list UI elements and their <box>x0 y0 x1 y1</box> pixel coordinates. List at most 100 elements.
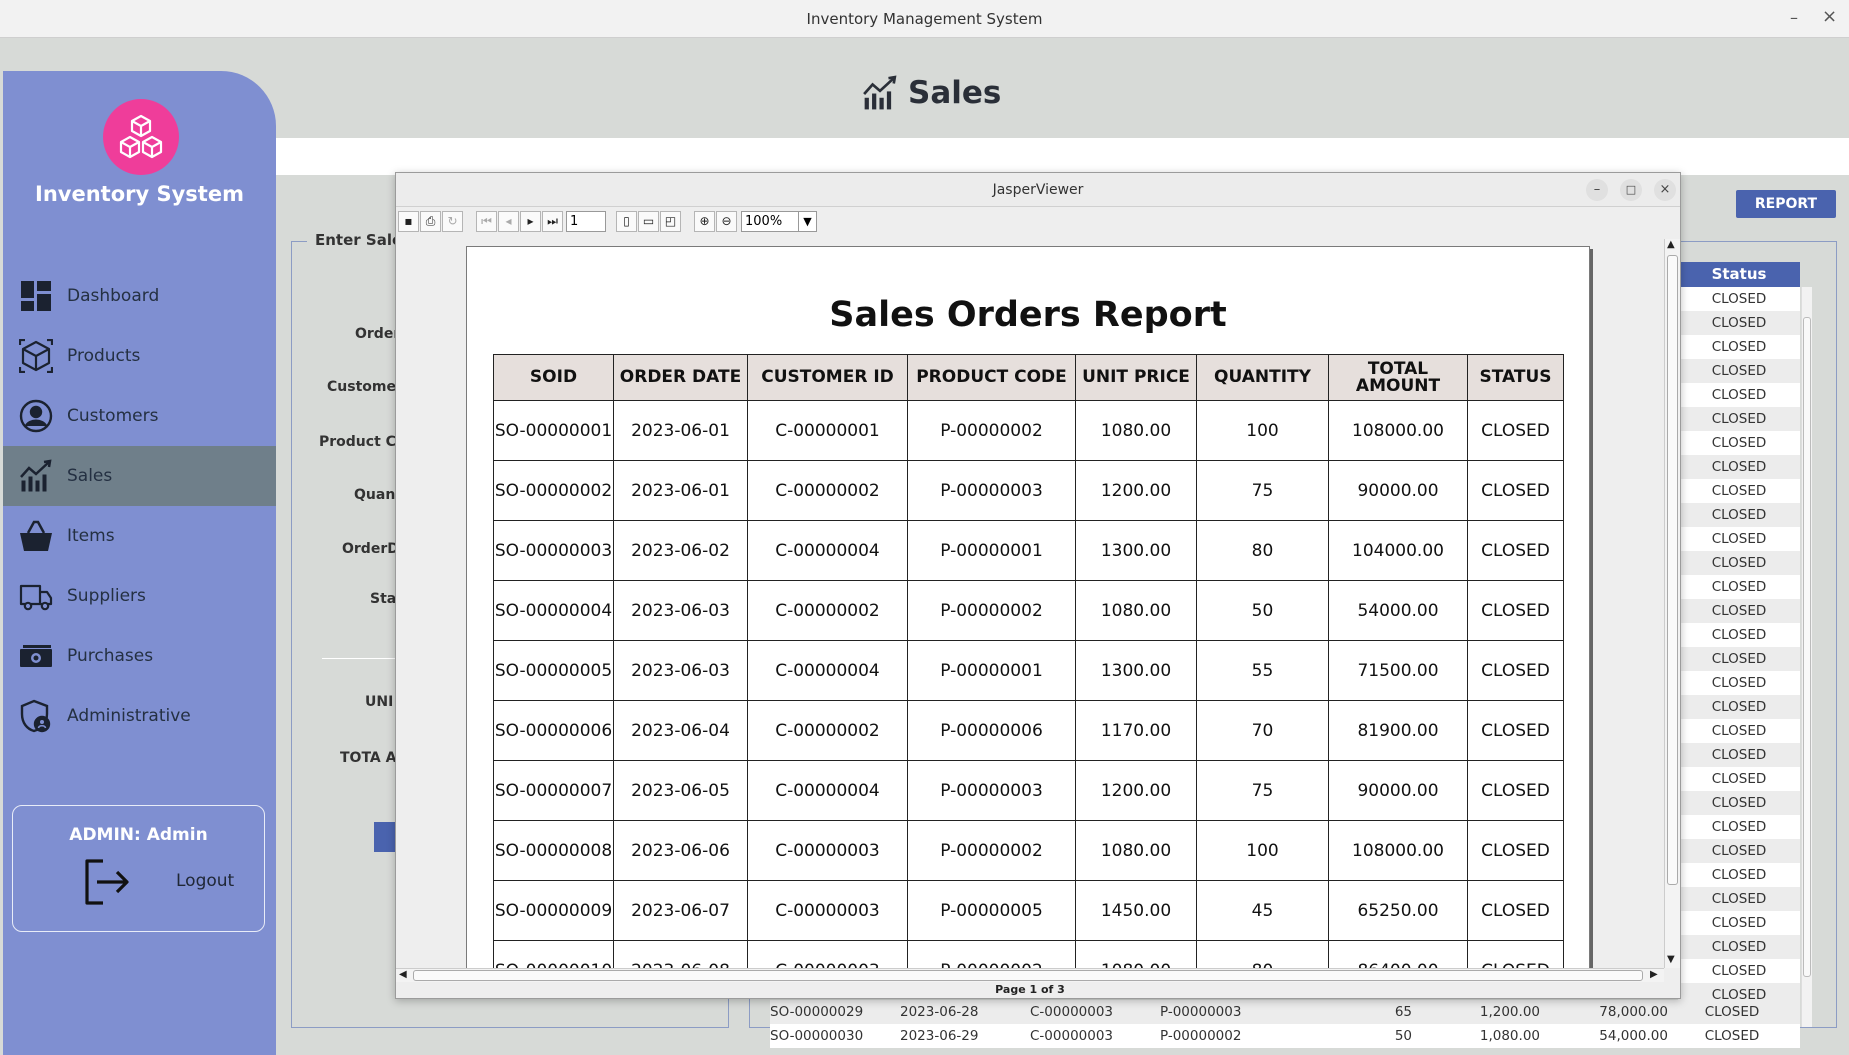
viewer-horizontal-scrollbar[interactable]: ◀ ▶ <box>396 968 1664 982</box>
sidebar-item-purchases[interactable]: Purchases <box>3 626 276 686</box>
zoom-select[interactable]: 100% ▼ <box>741 211 817 232</box>
viewer-titlebar: JasperViewer – □ × <box>396 173 1680 207</box>
page-number-input[interactable]: 1 <box>566 211 606 232</box>
report-cell: C-00000003 <box>747 940 908 968</box>
sidebar-item-label: Products <box>67 346 141 366</box>
cell-status: CLOSED <box>1704 1004 1760 1020</box>
report-cell: SO-00000008 <box>493 820 614 881</box>
actual-size-icon[interactable]: ▯ <box>616 211 637 232</box>
report-cell: CLOSED <box>1467 640 1564 701</box>
col-order-date: ORDER DATE <box>613 354 748 401</box>
report-cell: 70 <box>1196 700 1329 761</box>
fit-width-icon[interactable]: ◰ <box>660 211 681 232</box>
report-cell: 1200.00 <box>1075 460 1197 521</box>
dashboard-icon <box>21 281 51 311</box>
report-button[interactable]: REPORT <box>1736 190 1836 218</box>
logout-button[interactable]: Logout <box>176 871 234 891</box>
report-cell: C-00000004 <box>747 520 908 581</box>
status-cell: CLOSED <box>1678 287 1800 311</box>
viewer-minimize-button[interactable]: – <box>1586 179 1608 201</box>
scroll-left-icon[interactable]: ◀ <box>399 969 407 980</box>
chevron-down-icon[interactable]: ▼ <box>798 212 816 231</box>
logout-icon[interactable] <box>83 858 131 906</box>
report-cell: 1300.00 <box>1075 520 1197 581</box>
report-cell: 1200.00 <box>1075 760 1197 821</box>
previous-page-icon[interactable]: ◂ <box>498 211 519 232</box>
minimize-button[interactable]: – <box>1790 8 1798 27</box>
report-cell: CLOSED <box>1467 700 1564 761</box>
status-cell: CLOSED <box>1678 791 1800 815</box>
viewer-vertical-scrollbar[interactable]: ▲ ▼ <box>1664 239 1680 968</box>
report-cell: 100 <box>1196 820 1329 881</box>
report-cell: 86400.00 <box>1328 940 1468 968</box>
table-row[interactable]: SO-00000029 2023-06-28 C-00000003 P-0000… <box>770 1000 1800 1024</box>
report-cell: P-00000002 <box>907 820 1076 881</box>
status-cell: CLOSED <box>1678 383 1800 407</box>
order-label: Order <box>355 326 401 342</box>
window-titlebar: Inventory Management System – × <box>0 0 1849 38</box>
app-content: Inventory System Dashboard Products Cust… <box>0 38 1849 1055</box>
report-cell: CLOSED <box>1467 760 1564 821</box>
viewer-maximize-button[interactable]: □ <box>1620 179 1642 201</box>
report-cell: 71500.00 <box>1328 640 1468 701</box>
sidebar-item-administrative[interactable]: Administrative <box>3 686 276 746</box>
status-cell: CLOSED <box>1678 767 1800 791</box>
scroll-right-icon[interactable]: ▶ <box>1650 969 1658 980</box>
report-cell: 54000.00 <box>1328 580 1468 641</box>
status-column-header[interactable]: Status <box>1678 262 1800 287</box>
table-row[interactable]: SO-00000030 2023-06-29 C-00000003 P-0000… <box>770 1024 1800 1048</box>
report-cell: SO-00000004 <box>493 580 614 641</box>
cell-qty: 65 <box>1394 1004 1412 1020</box>
report-cell: 2023-06-01 <box>613 460 748 521</box>
scrollbar-thumb[interactable] <box>1667 255 1678 885</box>
last-page-icon[interactable]: ⏭ <box>542 211 563 232</box>
report-row: SO-00000001 2023-06-01 C-00000001 P-0000000… <box>493 400 1564 461</box>
status-cell: CLOSED <box>1678 527 1800 551</box>
report-cell: SO-00000001 <box>493 400 614 461</box>
print-icon[interactable]: ⎙ <box>420 211 441 232</box>
report-cell: 81900.00 <box>1328 700 1468 761</box>
zoom-in-icon[interactable]: ⊕ <box>694 211 715 232</box>
close-button[interactable]: × <box>1822 6 1837 27</box>
report-cell: P-00000006 <box>907 700 1076 761</box>
next-page-icon[interactable]: ▸ <box>520 211 541 232</box>
cell-date: 2023-06-28 <box>900 1004 979 1020</box>
viewer-close-button[interactable]: × <box>1654 179 1676 201</box>
scroll-down-icon[interactable]: ▼ <box>1667 954 1675 965</box>
sidebar-item-products[interactable]: Products <box>3 326 276 386</box>
cell-qty: 50 <box>1394 1028 1412 1044</box>
report-cell: 100 <box>1196 400 1329 461</box>
report-cell: 55 <box>1196 640 1329 701</box>
reload-icon[interactable]: ↻ <box>442 211 463 232</box>
zoom-out-icon[interactable]: ⊖ <box>716 211 737 232</box>
fit-page-icon[interactable]: ▭ <box>638 211 659 232</box>
scrollbar-thumb[interactable] <box>1803 317 1811 977</box>
report-cell: CLOSED <box>1467 460 1564 521</box>
sales-table-scrollbar[interactable] <box>1801 287 1812 1027</box>
status-cell: CLOSED <box>1678 671 1800 695</box>
status-cell: CLOSED <box>1678 503 1800 527</box>
report-cell: 1080.00 <box>1075 400 1197 461</box>
total-amount-label: TOTA A <box>340 750 397 766</box>
report-cell: P-00000005 <box>907 880 1076 941</box>
sidebar-item-dashboard[interactable]: Dashboard <box>3 266 276 326</box>
scrollbar-thumb[interactable] <box>413 970 1643 981</box>
report-cell: 1080.00 <box>1075 940 1197 968</box>
status-cell: CLOSED <box>1678 455 1800 479</box>
status-label: Sta <box>370 591 397 607</box>
save-icon[interactable]: ▪ <box>398 211 419 232</box>
report-cell: 90000.00 <box>1328 460 1468 521</box>
cell-customer: C-00000003 <box>1030 1028 1114 1044</box>
first-page-icon[interactable]: ⏮ <box>476 211 497 232</box>
report-viewport: Sales Orders Report SOID ORDER DATE CUST… <box>396 239 1664 968</box>
scroll-up-icon[interactable]: ▲ <box>1667 239 1675 250</box>
sidebar-item-sales[interactable]: Sales <box>3 446 276 506</box>
col-total-amount: TOTAL AMOUNT <box>1328 354 1468 401</box>
window-title: Inventory Management System <box>806 10 1043 28</box>
sidebar-nav: Dashboard Products Customers Sales Items… <box>3 266 276 746</box>
sidebar-item-suppliers[interactable]: Suppliers <box>3 566 276 626</box>
sidebar-item-items[interactable]: Items <box>3 506 276 566</box>
jasper-viewer-window: JasperViewer – □ × ▪ ⎙ ↻ ⏮ ◂ ▸ ⏭ 1 ▯ ▭ ◰… <box>395 172 1681 999</box>
report-cell: CLOSED <box>1467 940 1564 968</box>
sidebar-item-customers[interactable]: Customers <box>3 386 276 446</box>
